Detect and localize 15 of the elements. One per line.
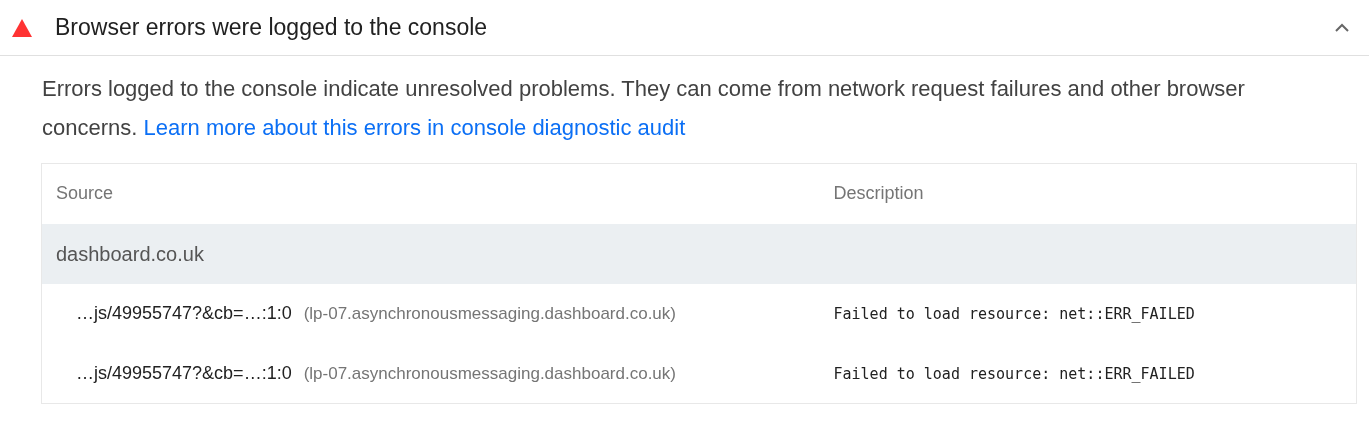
audit-header[interactable]: Browser errors were logged to the console bbox=[0, 0, 1369, 56]
chevron-up-icon[interactable] bbox=[1335, 23, 1349, 32]
learn-more-link[interactable]: Learn more about this errors in console diagnostic audit bbox=[143, 115, 686, 140]
audit-description: Errors logged to the console indicate unresolved problems. They can come from network request failures and other browser concerns. Learn more about this errors in console diagnostic audit bbox=[42, 75, 1246, 142]
warning-triangle-icon bbox=[12, 18, 32, 37]
audit-title: Browser errors were logged to the console bbox=[55, 13, 489, 43]
error-message: Failed to load resource: net::ERR_FAILED bbox=[833, 305, 1195, 323]
source-url: …js/49955747?&cb=…:1:0 bbox=[76, 303, 292, 323]
column-header: Description bbox=[819, 163, 1357, 224]
source-host: (lp-07.asynchronousmessaging.dashboard.co.uk) bbox=[303, 304, 676, 323]
column-header: Source bbox=[41, 163, 820, 224]
source-host: (lp-07.asynchronousmessaging.dashboard.co.uk) bbox=[303, 363, 676, 383]
error-message: Failed to load resource: net::ERR_FAILED bbox=[833, 364, 1195, 383]
group-cell: dashboard.co.uk bbox=[41, 223, 820, 284]
source-url: …js/49955747?&cb=…:1:0 bbox=[76, 362, 292, 383]
